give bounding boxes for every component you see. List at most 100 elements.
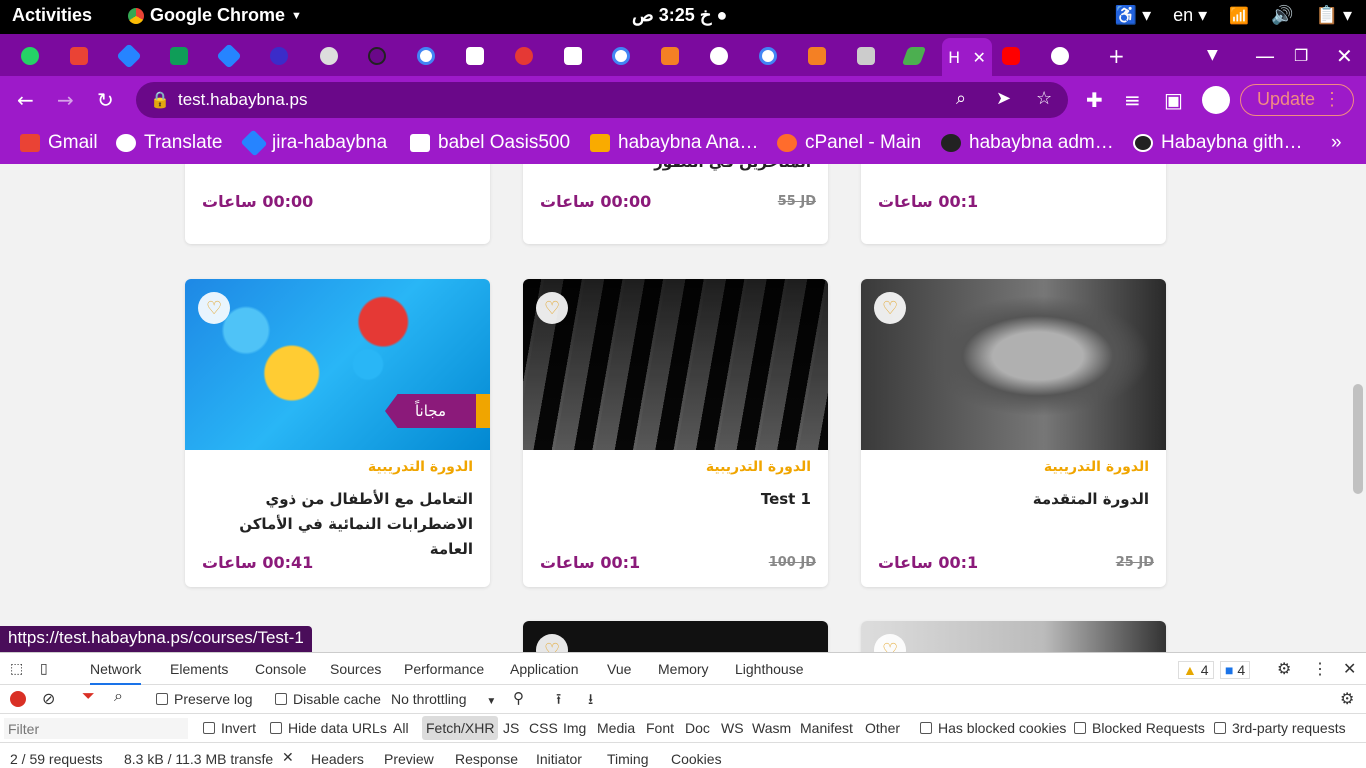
close-tab-icon[interactable]: ✕: [972, 48, 985, 67]
filter-input[interactable]: [4, 718, 188, 739]
search-icon[interactable]: ⌕: [114, 688, 123, 706]
bookmark-github[interactable]: Habaybna gith…: [1133, 132, 1303, 154]
bookmark-translate[interactable]: Translate: [116, 132, 223, 154]
preserve-log-checkbox[interactable]: Preserve log: [156, 691, 253, 707]
tab[interactable]: [606, 42, 636, 70]
course-card[interactable]: ♡: [523, 621, 828, 652]
network-conditions-icon[interactable]: ⚲: [513, 689, 524, 707]
forward-icon[interactable]: →: [57, 88, 74, 112]
warnings-badge[interactable]: ▲ 4: [1178, 661, 1214, 679]
tab-elements[interactable]: Elements: [170, 661, 228, 677]
lock-icon[interactable]: 🔒: [150, 90, 170, 109]
reload-icon[interactable]: ↻: [97, 88, 114, 112]
close-detail-icon[interactable]: ✕: [282, 749, 294, 766]
course-title[interactable]: الدورة المتقدمة: [879, 487, 1149, 512]
course-image[interactable]: ♡: [523, 279, 828, 450]
course-card[interactable]: ♡ الدورة التدريبية الدورة المتقدمة 00:1 …: [861, 279, 1166, 587]
third-party-checkbox[interactable]: 3rd-party requests: [1214, 720, 1346, 736]
type-filter-other[interactable]: Other: [865, 720, 900, 736]
bookmark-admin[interactable]: habaybna adm…: [941, 132, 1114, 154]
checkbox[interactable]: [920, 722, 932, 734]
maximize-icon[interactable]: ❐: [1294, 46, 1308, 65]
tab[interactable]: [64, 42, 94, 70]
course-card[interactable]: المتأخرين في التطور 00:00 ساعات 55 JD: [523, 164, 828, 244]
type-filter-doc[interactable]: Doc: [685, 720, 710, 736]
bookmark-babel[interactable]: babel Oasis500: [410, 132, 570, 154]
tab[interactable]: [704, 42, 734, 70]
tab[interactable]: [460, 42, 490, 70]
type-filter-css[interactable]: CSS: [529, 720, 558, 736]
scrollbar-thumb[interactable]: [1353, 384, 1363, 494]
type-filter-ws[interactable]: WS: [721, 720, 744, 736]
profile-avatar[interactable]: [1202, 86, 1230, 114]
tab[interactable]: [264, 42, 294, 70]
checkbox[interactable]: [1214, 722, 1226, 734]
tab-memory[interactable]: Memory: [658, 661, 709, 677]
back-icon[interactable]: ←: [17, 88, 34, 112]
import-icon[interactable]: ⭱: [556, 689, 561, 714]
tab[interactable]: [851, 42, 881, 70]
bookmark-cpanel[interactable]: cPanel - Main: [777, 132, 921, 154]
tab[interactable]: [655, 42, 685, 70]
detail-tab-response[interactable]: Response: [455, 751, 518, 767]
zoom-icon[interactable]: ⌕: [956, 88, 966, 109]
bookmark-analytics[interactable]: habaybna Ana…: [590, 132, 759, 154]
tab[interactable]: [214, 42, 244, 70]
tab[interactable]: [164, 42, 194, 70]
filter-icon[interactable]: ⏷: [82, 688, 95, 706]
language-indicator[interactable]: en ▾: [1173, 5, 1207, 26]
bookmark-gmail[interactable]: Gmail: [20, 132, 98, 154]
tab[interactable]: [558, 42, 588, 70]
tab[interactable]: [1045, 42, 1075, 70]
tab-lighthouse[interactable]: Lighthouse: [735, 661, 804, 677]
device-toolbar-icon[interactable]: ▯: [40, 660, 48, 677]
tab-console[interactable]: Console: [255, 661, 306, 677]
tab[interactable]: [899, 42, 929, 70]
record-icon[interactable]: [10, 691, 26, 707]
invert-checkbox[interactable]: Invert: [203, 720, 256, 736]
course-card[interactable]: ♡ مجاناً الدورة التدريبية التعامل مع الأ…: [185, 279, 490, 587]
inspect-icon[interactable]: ⬚: [10, 660, 23, 677]
course-title[interactable]: Test 1: [541, 487, 811, 512]
checkbox[interactable]: [1074, 722, 1086, 734]
blocked-requests-checkbox[interactable]: Blocked Requests: [1074, 720, 1205, 736]
close-icon[interactable]: ✕: [1336, 44, 1353, 68]
tab-sources[interactable]: Sources: [330, 661, 381, 677]
messages-badge[interactable]: ■ 4: [1220, 661, 1251, 679]
course-image[interactable]: ♡ مجاناً: [185, 279, 490, 450]
type-filter-js[interactable]: JS: [503, 720, 519, 736]
disable-cache-checkbox[interactable]: Disable cache: [275, 691, 381, 707]
tab[interactable]: [114, 42, 144, 70]
more-bookmarks-icon[interactable]: »: [1331, 132, 1342, 154]
clear-icon[interactable]: ⊘: [42, 689, 55, 709]
tab-performance[interactable]: Performance: [404, 661, 484, 677]
star-icon[interactable]: ☆: [1036, 88, 1052, 109]
media-icon[interactable]: ≡: [1124, 88, 1141, 112]
accessibility-icon[interactable]: ♿ ▾: [1115, 5, 1151, 26]
send-icon[interactable]: ➤: [996, 88, 1011, 109]
course-image[interactable]: ♡: [861, 279, 1166, 450]
tab-network[interactable]: Network: [90, 661, 142, 685]
favorite-icon[interactable]: ♡: [536, 634, 568, 652]
tab[interactable]: [362, 42, 392, 70]
more-icon[interactable]: ⋮: [1323, 89, 1341, 110]
tab[interactable]: [411, 42, 441, 70]
type-filter-wasm[interactable]: Wasm: [752, 720, 791, 736]
page-scrollbar[interactable]: [1350, 164, 1366, 652]
clock[interactable]: خ 3:25 ص ●: [632, 5, 727, 26]
tab[interactable]: [15, 42, 45, 70]
activities-button[interactable]: Activities: [12, 5, 92, 26]
course-image[interactable]: ♡: [523, 621, 828, 652]
settings-icon[interactable]: ⚙: [1277, 659, 1291, 679]
type-filter-fetch[interactable]: Fetch/XHR: [422, 716, 499, 740]
tab[interactable]: [802, 42, 832, 70]
detail-tab-headers[interactable]: Headers: [311, 751, 364, 767]
tab[interactable]: [753, 42, 783, 70]
tab[interactable]: [314, 42, 344, 70]
type-filter-media[interactable]: Media: [597, 720, 635, 736]
detail-tab-timing[interactable]: Timing: [607, 751, 649, 767]
export-icon[interactable]: ⭳: [588, 689, 593, 714]
system-tray[interactable]: ♿ ▾ en ▾ 📶 🔊 📋 ▾: [1115, 5, 1352, 26]
course-image[interactable]: ♡: [861, 621, 1166, 652]
new-tab-icon[interactable]: +: [1108, 44, 1125, 68]
